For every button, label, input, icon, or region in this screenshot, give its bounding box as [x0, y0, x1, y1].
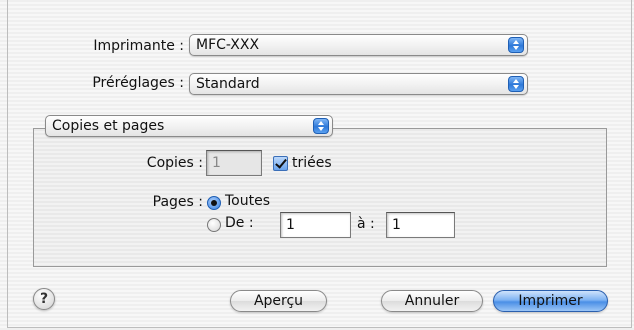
copies-field[interactable]: 1: [206, 150, 262, 176]
copies-value: 1: [212, 155, 221, 171]
pages-to-value: 1: [392, 217, 401, 233]
printer-popup[interactable]: MFC-XXX: [189, 34, 528, 56]
copies-label: Copies :: [146, 155, 203, 171]
help-button[interactable]: ?: [33, 288, 55, 310]
pages-range-radio[interactable]: [207, 218, 221, 232]
presets-value: Standard: [196, 76, 260, 92]
help-icon: ?: [39, 291, 49, 307]
popup-arrows-icon: [508, 76, 524, 92]
popup-arrows-icon: [508, 37, 524, 53]
presets-label: Préréglages :: [92, 75, 184, 91]
copies-pages-panel: [33, 128, 607, 267]
pages-all-label: Toutes: [225, 193, 271, 209]
collated-checkbox[interactable]: [273, 156, 288, 171]
pages-from-field[interactable]: 1: [280, 212, 351, 238]
preview-button[interactable]: Aperçu: [230, 290, 327, 312]
cancel-button[interactable]: Annuler: [381, 290, 483, 312]
printer-label: Imprimante :: [93, 38, 184, 54]
print-button[interactable]: Imprimer: [493, 290, 608, 312]
pages-all-radio[interactable]: [207, 196, 221, 210]
panel-selector-popup[interactable]: Copies et pages: [45, 115, 333, 137]
panel-selector-value: Copies et pages: [52, 118, 165, 134]
popup-arrows-icon: [313, 118, 329, 134]
collated-label: triées: [292, 155, 332, 171]
pages-from-value: 1: [286, 217, 295, 233]
print-button-label: Imprimer: [518, 293, 583, 309]
pages-to-field[interactable]: 1: [386, 212, 455, 238]
cancel-button-label: Annuler: [404, 293, 460, 309]
presets-popup[interactable]: Standard: [189, 73, 528, 95]
printer-value: MFC-XXX: [196, 37, 260, 53]
preview-button-label: Aperçu: [253, 293, 304, 309]
pages-to-label: à :: [357, 216, 375, 232]
pages-label: Pages :: [152, 194, 203, 210]
pages-from-label: De :: [225, 215, 254, 231]
